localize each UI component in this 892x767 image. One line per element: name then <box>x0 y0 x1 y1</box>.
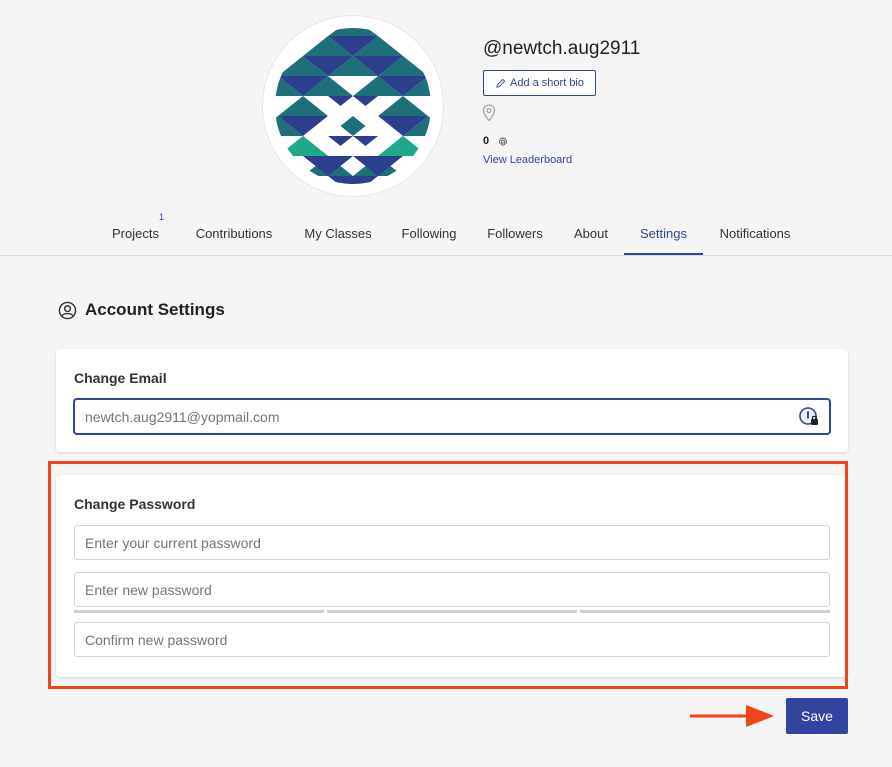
highlight-box <box>48 461 848 689</box>
avatar-pattern <box>275 28 431 184</box>
location-pin-icon <box>482 104 496 122</box>
fingerprint-icon <box>499 137 507 146</box>
account-circle-icon <box>58 301 77 319</box>
save-button[interactable]: Save <box>786 698 848 734</box>
tab-notifications[interactable]: Notifications <box>716 218 794 254</box>
avatar <box>263 16 443 196</box>
tab-contributions[interactable]: Contributions <box>193 218 275 254</box>
email-field[interactable] <box>74 399 830 434</box>
arrow-right-icon <box>690 705 774 727</box>
tab-projects[interactable]: Projects 1 <box>110 213 166 254</box>
tab-my-classes[interactable]: My Classes <box>303 218 373 254</box>
profile-tabs: Projects 1 Contributions My Classes Follo… <box>0 213 892 256</box>
view-leaderboard-link[interactable]: View Leaderboard <box>483 154 572 166</box>
change-email-card: Change Email <box>56 349 848 452</box>
tab-about[interactable]: About <box>572 218 610 254</box>
account-settings-title: Account Settings <box>85 300 225 319</box>
add-bio-button[interactable]: Add a short bio <box>483 70 596 96</box>
points-row: 0 <box>483 135 509 147</box>
account-settings-heading: Account Settings <box>58 300 225 320</box>
username: @newtch.aug2911 <box>483 38 641 59</box>
add-bio-label: Add a short bio <box>510 77 584 89</box>
projects-count-badge: 1 <box>158 212 164 222</box>
change-email-label: Change Email <box>74 370 167 386</box>
tab-projects-label: Projects <box>112 226 159 241</box>
pencil-icon <box>496 78 506 88</box>
tab-followers[interactable]: Followers <box>486 218 544 254</box>
tab-settings[interactable]: Settings <box>624 218 703 255</box>
password-manager-icon[interactable] <box>798 406 820 428</box>
points-value: 0 <box>483 135 490 147</box>
tab-following[interactable]: Following <box>400 218 458 254</box>
